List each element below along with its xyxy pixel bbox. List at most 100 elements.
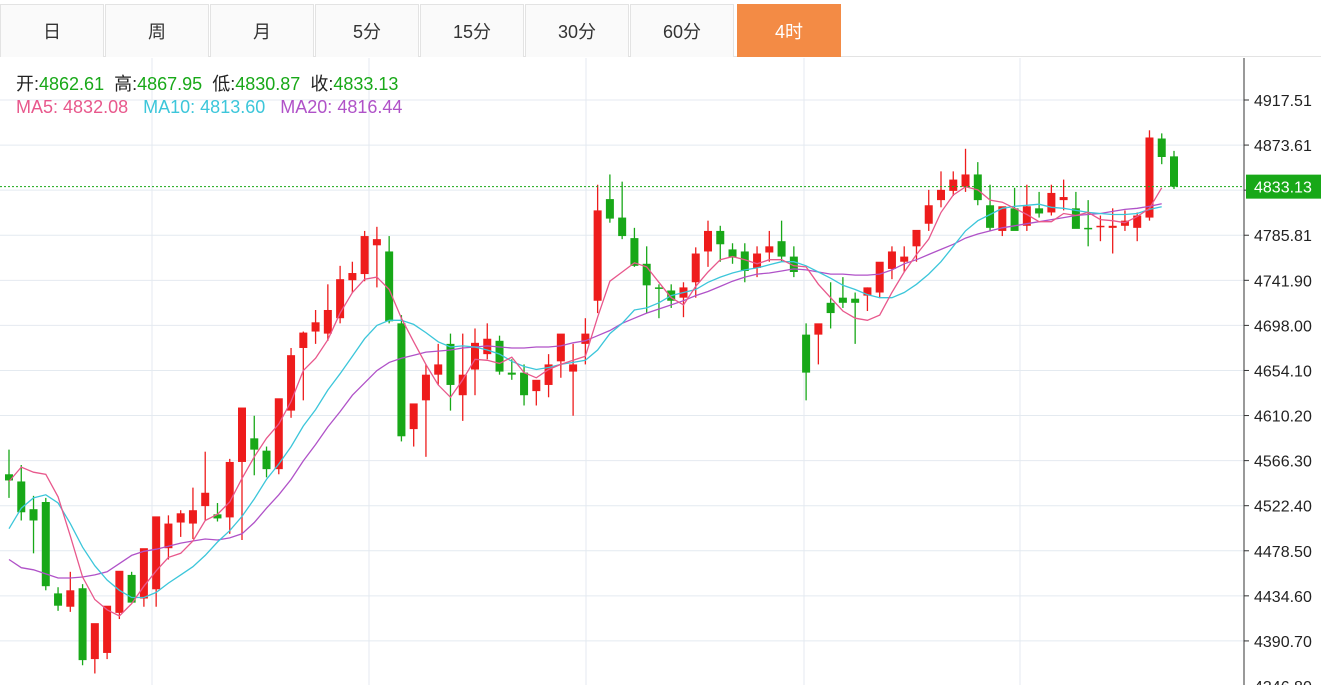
candle-down [78, 588, 87, 661]
ma20-label: MA20: [280, 97, 333, 117]
candle-up [360, 236, 369, 275]
candlestick-chart[interactable]: 4917.514873.614829.714785.814741.904698.… [0, 58, 1321, 685]
candle-down [618, 217, 627, 237]
candle-down [54, 593, 63, 606]
tab-60min[interactable]: 60分 [630, 4, 734, 57]
candle-up [532, 379, 541, 392]
period-tab-bar: 日 周 月 5分 15分 30分 60分 4时 [0, 0, 1321, 57]
tab-month[interactable]: 月 [210, 4, 314, 57]
high-value: 4867.95 [137, 74, 203, 94]
candle-up [201, 492, 210, 507]
y-tick-label: 4434.60 [1254, 589, 1312, 606]
ma10-line [8, 203, 1162, 599]
candle-up [1096, 225, 1105, 228]
ma10-label: MA10: [143, 97, 196, 117]
candle-down [777, 241, 786, 257]
y-tick-label: 4917.51 [1254, 93, 1312, 110]
open-label: 开: [16, 74, 40, 94]
candle-up [434, 364, 443, 375]
candle-up [348, 273, 357, 281]
y-tick-label: 4873.61 [1254, 138, 1312, 155]
y-tick-label: 4522.40 [1254, 499, 1312, 516]
candle-down [127, 574, 136, 603]
candle-up [961, 174, 970, 187]
candle-up [299, 332, 308, 348]
y-tick-label: 4610.20 [1254, 409, 1312, 426]
candle-up [949, 179, 958, 191]
candle-down [973, 174, 982, 201]
candle-down [397, 323, 406, 437]
candle-up [152, 516, 161, 590]
candle-up [691, 253, 700, 283]
candle-up [753, 253, 762, 268]
candle-up [409, 403, 418, 430]
candle-down [654, 287, 663, 289]
candle-up [593, 210, 602, 301]
close-label: 收: [310, 74, 334, 94]
tab-week[interactable]: 周 [105, 4, 209, 57]
candle-up [704, 230, 712, 252]
y-tick-label: 4566.30 [1254, 454, 1312, 471]
candle-up [912, 229, 921, 247]
candle-up [188, 510, 197, 524]
candle-up [765, 246, 774, 253]
tab-day[interactable]: 日 [0, 4, 104, 57]
candle-up [1059, 197, 1068, 201]
candle-down [262, 450, 271, 470]
candle-down [520, 372, 529, 396]
ma5-value: 4832.08 [63, 97, 129, 117]
candle-up [581, 333, 590, 344]
candle-up [323, 309, 332, 334]
tab-30min[interactable]: 30分 [525, 4, 629, 57]
open-value: 4862.61 [39, 74, 105, 94]
candle-up [176, 513, 185, 523]
low-value: 4830.87 [235, 74, 301, 94]
candle-down [1010, 208, 1019, 231]
candle-up [311, 322, 320, 332]
candle-down [1084, 227, 1093, 230]
current-price-tag-label: 4833.13 [1254, 180, 1312, 197]
candle-up [814, 323, 823, 335]
candle-down [1035, 208, 1044, 214]
candle-up [238, 407, 246, 462]
low-label: 低: [212, 74, 236, 94]
candle-up [556, 333, 565, 362]
candle-down [630, 238, 639, 266]
tab-4hour[interactable]: 4时 [737, 4, 841, 57]
ohlc-readout: 开:4862.61 高:4867.95 低:4830.87 收:4833.13 [16, 70, 398, 96]
candle-up [900, 256, 909, 262]
candle-down [851, 298, 860, 303]
candle-down [29, 509, 38, 521]
candle-down [1170, 156, 1178, 187]
candle-up [274, 398, 283, 470]
candle-up [66, 590, 75, 607]
close-value: 4833.13 [333, 74, 399, 94]
candle-up [372, 239, 381, 246]
candle-down [1157, 138, 1166, 157]
ma20-value: 4816.44 [337, 97, 403, 117]
candle-up [924, 205, 933, 224]
tab-5min[interactable]: 5分 [315, 4, 419, 57]
y-tick-label: 4698.00 [1254, 318, 1312, 335]
y-tick-label: 4785.81 [1254, 228, 1312, 245]
candle-up [569, 364, 578, 372]
ma5-label: MA5: [16, 97, 59, 117]
tab-15min[interactable]: 15分 [420, 4, 524, 57]
candle-up [875, 261, 884, 293]
candle-down [507, 372, 516, 375]
candle-down [250, 438, 259, 450]
y-tick-label: 4346.80 [1254, 679, 1312, 685]
candle-up [225, 461, 234, 518]
candle-down [838, 297, 847, 303]
candle-up [937, 189, 945, 201]
candle-up [421, 374, 430, 401]
candle-up [164, 523, 173, 549]
y-tick-label: 4478.50 [1254, 544, 1312, 561]
candle-down [826, 302, 835, 314]
y-tick-label: 4390.70 [1254, 634, 1312, 651]
candle-up [458, 374, 467, 396]
candle-up [103, 605, 112, 653]
ma5-line [8, 186, 1163, 617]
candle-down [605, 199, 614, 219]
candle-down [716, 230, 725, 245]
